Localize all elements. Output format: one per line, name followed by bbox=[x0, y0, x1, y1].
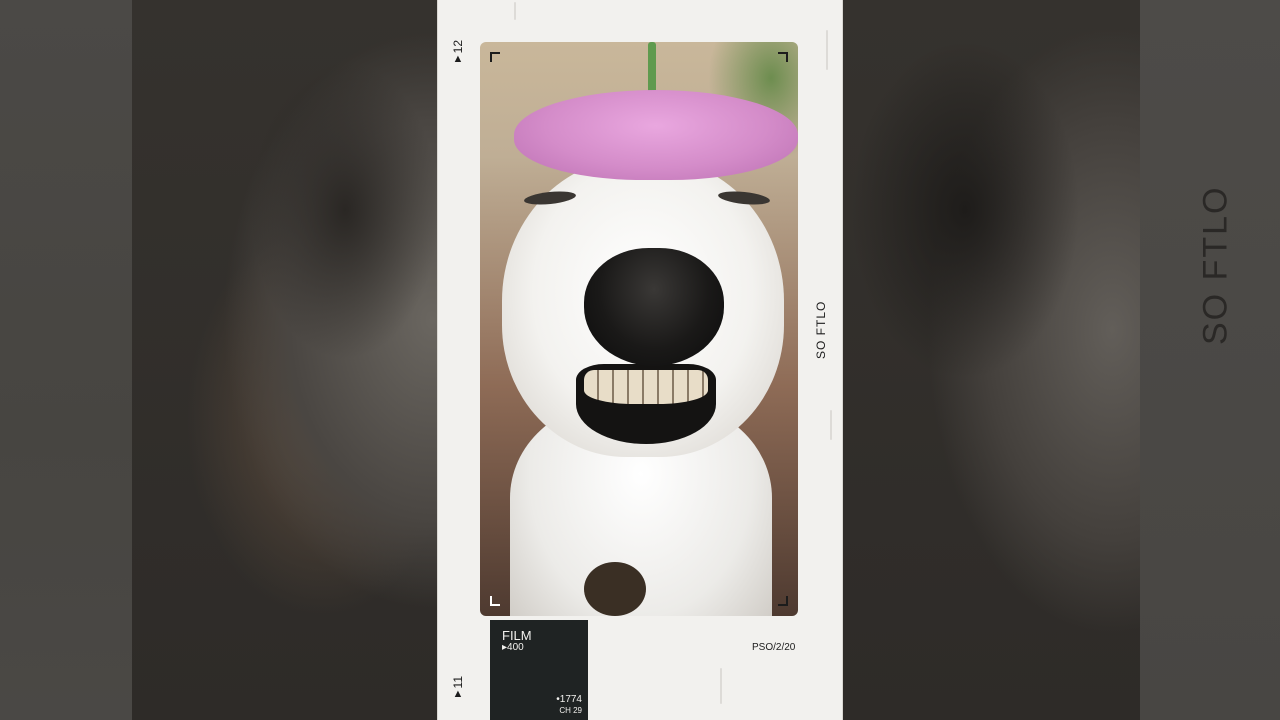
frame-number-bottom-digits: 11 bbox=[451, 676, 465, 689]
frame-number-top-digits: 12 bbox=[451, 40, 465, 54]
roll-code: PSO/2/20 bbox=[752, 642, 796, 653]
background-vertical-text: SO FTLO bbox=[1196, 185, 1235, 345]
dog-photo bbox=[480, 42, 798, 616]
film-iso: ▸400 bbox=[502, 642, 524, 653]
photo-dog-nose bbox=[584, 248, 724, 366]
background-shadow-left bbox=[250, 60, 440, 360]
film-scratch bbox=[830, 410, 832, 440]
film-scratch bbox=[514, 2, 516, 20]
photo-dog-teeth bbox=[584, 370, 708, 404]
frame-number-bottom: 11 ▲ bbox=[450, 676, 466, 700]
film-title: FILM bbox=[502, 628, 532, 643]
film-side-label: SO FTLO bbox=[814, 300, 828, 360]
film-scratch bbox=[826, 30, 828, 70]
film-info-block: FILM ▸400 •1774 CH 29 bbox=[490, 620, 588, 720]
viewfinder-corner-top-left-icon bbox=[490, 52, 500, 62]
triangle-marker-icon: ▲ bbox=[452, 53, 464, 66]
background-shadow-right bbox=[850, 40, 1080, 380]
background-right-bar bbox=[1140, 0, 1280, 720]
viewfinder-corner-top-right-icon bbox=[778, 52, 788, 62]
film-code: •1774 bbox=[556, 694, 582, 705]
photo-flower bbox=[514, 90, 798, 180]
film-card: 12 ▲ SO FTLO FILM ▸400 •1774 CH 29 PSO/2… bbox=[438, 0, 842, 720]
film-scratch bbox=[720, 668, 722, 704]
triangle-marker-icon: ▲ bbox=[452, 688, 464, 701]
photo-dog-collar bbox=[584, 562, 646, 616]
viewfinder-corner-bottom-left-icon bbox=[490, 596, 500, 606]
film-channel: CH 29 bbox=[559, 706, 582, 715]
viewfinder-corner-bottom-right-icon bbox=[778, 596, 788, 606]
background-left-bar bbox=[0, 0, 132, 720]
frame-number-top: 12 ▲ bbox=[450, 40, 466, 65]
